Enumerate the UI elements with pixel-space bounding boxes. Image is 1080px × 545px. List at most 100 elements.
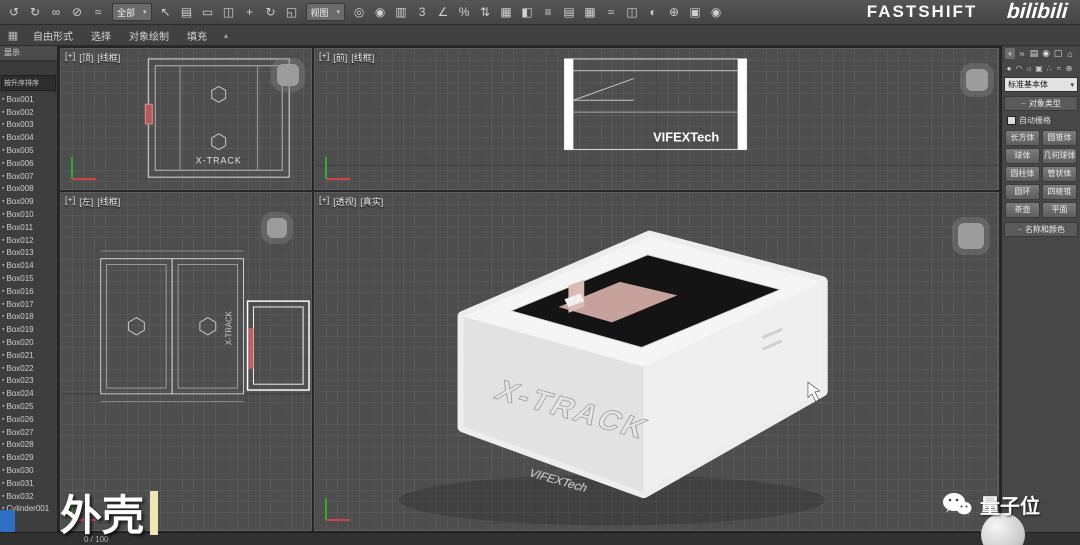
tab-object-paint[interactable]: 对象绘制 <box>120 26 178 45</box>
list-item[interactable]: ▪Box022 <box>0 362 57 375</box>
list-item[interactable]: ▪Box024 <box>0 387 57 400</box>
selection-filter-dropdown[interactable]: 全部▾ <box>112 3 152 21</box>
list-item[interactable]: ▪Box004 <box>0 131 57 144</box>
list-item[interactable]: ▪Box028 <box>0 439 57 452</box>
keyboard-override-icon[interactable]: ▥ <box>391 3 411 22</box>
angle-snap-icon[interactable]: ∠ <box>433 3 453 22</box>
pyramid-button[interactable]: 四棱锥 <box>1042 184 1077 200</box>
hierarchy-tab-icon[interactable]: ▤ <box>1029 48 1039 59</box>
modify-tab-icon[interactable]: ≈ <box>1017 48 1027 59</box>
list-item[interactable]: ▪Box017 <box>0 298 57 311</box>
window-crossing-icon[interactable]: ◫ <box>219 3 239 22</box>
render-icon[interactable]: ◉ <box>706 3 726 22</box>
spinner-snap-icon[interactable]: ⇅ <box>475 3 495 22</box>
redo-icon[interactable]: ↻ <box>25 3 45 22</box>
snap-toggle-icon[interactable]: 3 <box>412 3 432 22</box>
select-object-icon[interactable]: ↖ <box>156 3 176 22</box>
torus-button[interactable]: 圆环 <box>1005 184 1040 200</box>
box-button[interactable]: 长方体 <box>1005 130 1040 146</box>
plane-button[interactable]: 平面 <box>1042 202 1077 218</box>
select-and-manipulate-icon[interactable]: ◉ <box>370 3 390 22</box>
edit-named-selection-icon[interactable]: ▦ <box>496 3 516 22</box>
cylinder-button[interactable]: 圆柱体 <box>1005 166 1040 182</box>
utilities-tab-icon[interactable]: ⌂ <box>1065 48 1075 59</box>
viewcube[interactable] <box>277 64 299 86</box>
list-item[interactable]: ▪Box013 <box>0 247 57 260</box>
reference-coordinate-dropdown[interactable]: 视图▾ <box>306 3 346 21</box>
motion-tab-icon[interactable]: ◉ <box>1041 48 1051 59</box>
list-item[interactable]: ▪Box015 <box>0 272 57 285</box>
ribbon-toggle-icon[interactable]: ▦ <box>580 3 600 22</box>
viewcube[interactable] <box>267 218 287 238</box>
tab-populate[interactable]: 填充 <box>178 26 216 45</box>
viewcube[interactable] <box>958 223 984 249</box>
shapes-icon[interactable]: ◠ <box>1015 63 1023 73</box>
viewport-top[interactable]: [+] [顶] [线框] X-TRACK <box>60 48 312 190</box>
layer-manager-icon[interactable]: ▤ <box>559 3 579 22</box>
percent-snap-icon[interactable]: % <box>454 3 474 22</box>
viewport-pov-label[interactable]: [左] <box>79 195 93 208</box>
list-item[interactable]: ▪Box025 <box>0 400 57 413</box>
sphere-button[interactable]: 球体 <box>1005 148 1040 164</box>
geometry-icon[interactable]: ● <box>1005 63 1013 73</box>
list-item[interactable]: ▪Box029 <box>0 451 57 464</box>
viewport-shading-label[interactable]: [线框] <box>97 195 120 208</box>
viewport-pov-label[interactable]: [透视] <box>333 195 356 208</box>
viewport-pov-label[interactable]: [顶] <box>79 51 93 64</box>
viewport-menu[interactable]: [+] <box>65 51 75 64</box>
render-setup-icon[interactable]: ⊕ <box>664 3 684 22</box>
list-item[interactable]: ▪Box019 <box>0 323 57 336</box>
list-item[interactable]: ▪Box010 <box>0 208 57 221</box>
rendered-frame-icon[interactable]: ▣ <box>685 3 705 22</box>
material-editor-icon[interactable]: ◐ <box>643 3 663 22</box>
viewport-shading-label[interactable]: [线框] <box>351 51 374 64</box>
viewport-perspective[interactable]: [+] [透视] [真实] <box>314 192 999 531</box>
tab-freeform[interactable]: 自由形式 <box>24 26 82 45</box>
list-item[interactable]: ▪Box003 <box>0 119 57 132</box>
list-item[interactable]: ▪Box020 <box>0 336 57 349</box>
mirror-icon[interactable]: ◧ <box>517 3 537 22</box>
ribbon-minimize-icon[interactable]: ▴ <box>224 31 228 40</box>
tab-selection[interactable]: 选择 <box>82 26 120 45</box>
display-tab-icon[interactable]: ▢ <box>1053 48 1063 59</box>
bind-to-spacewarp-icon[interactable]: ≈ <box>88 3 108 22</box>
unlink-selection-icon[interactable]: ⊘ <box>67 3 87 22</box>
name-color-rollout[interactable]: − 名称和颜色 <box>1004 222 1078 237</box>
list-item[interactable]: ▪Box012 <box>0 234 57 247</box>
viewport-shading-label[interactable]: [真实] <box>360 195 383 208</box>
list-item[interactable]: ▪Box026 <box>0 413 57 426</box>
tube-button[interactable]: 管状体 <box>1042 166 1077 182</box>
list-item[interactable]: ▪Box007 <box>0 170 57 183</box>
viewport-menu[interactable]: [+] <box>319 195 329 208</box>
lights-icon[interactable]: ☼ <box>1025 63 1033 73</box>
create-tab-icon[interactable]: + <box>1005 48 1015 59</box>
list-item[interactable]: ▪Box027 <box>0 426 57 439</box>
sort-ascending-label[interactable]: 按升序排序 <box>1 75 56 91</box>
display-menu[interactable]: 显示 <box>0 46 57 61</box>
viewport-front[interactable]: [+] [前] [线框] VIFEXTech <box>314 48 999 190</box>
primitive-category-dropdown[interactable]: 标准基本体 ▾ <box>1004 77 1078 92</box>
select-by-name-icon[interactable]: ▤ <box>177 3 197 22</box>
viewport-left[interactable]: [+] [左] [线框] X-TRACK <box>60 192 312 531</box>
schematic-view-icon[interactable]: ◫ <box>622 3 642 22</box>
spacewarps-icon[interactable]: ≈ <box>1055 63 1063 73</box>
select-and-scale-icon[interactable]: ◱ <box>282 3 302 22</box>
list-item[interactable]: ▪Box001 <box>0 93 57 106</box>
geosphere-button[interactable]: 几何球体 <box>1042 148 1077 164</box>
viewport-shading-label[interactable]: [线框] <box>97 51 120 64</box>
helpers-icon[interactable]: ∴ <box>1045 63 1053 73</box>
curve-editor-icon[interactable]: ≈ <box>601 3 621 22</box>
list-item[interactable]: ▪Box002 <box>0 106 57 119</box>
list-item[interactable]: ▪Box011 <box>0 221 57 234</box>
select-and-move-icon[interactable]: + <box>240 3 260 22</box>
list-item[interactable]: ▪Box006 <box>0 157 57 170</box>
viewcube[interactable] <box>966 69 988 91</box>
list-item[interactable]: ▪Box023 <box>0 375 57 388</box>
list-item[interactable]: ▪Box008 <box>0 183 57 196</box>
list-item[interactable]: ▪Box032 <box>0 490 57 503</box>
list-item[interactable]: ▪Box014 <box>0 259 57 272</box>
list-item[interactable]: ▪Box016 <box>0 285 57 298</box>
viewport-menu[interactable]: [+] <box>65 195 75 208</box>
autogrid-checkbox[interactable] <box>1007 116 1016 125</box>
list-item[interactable]: ▪Box021 <box>0 349 57 362</box>
